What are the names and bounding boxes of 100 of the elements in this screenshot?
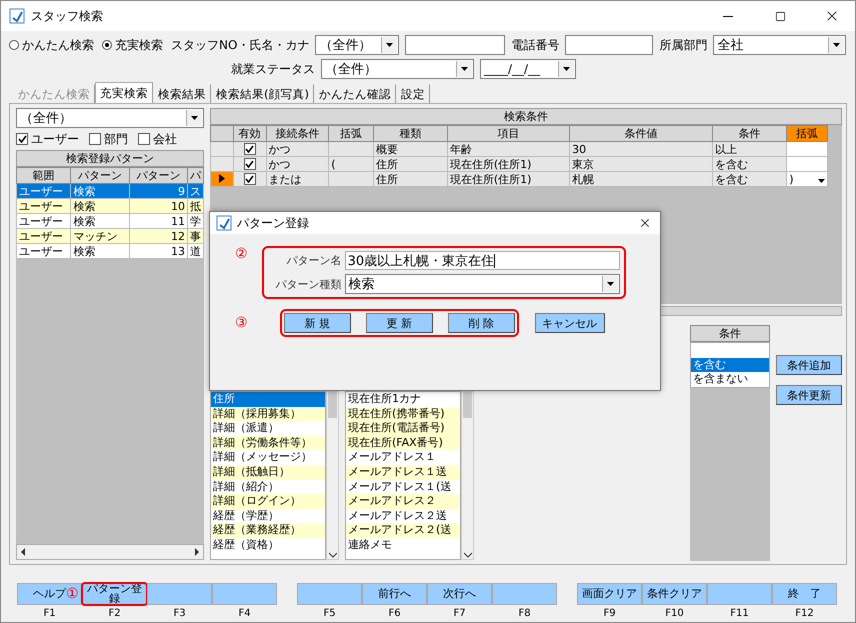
list-item[interactable]: メールアドレス２ (346, 494, 460, 509)
dialog-button[interactable]: 新 規 (284, 313, 351, 333)
cancel-button[interactable]: キャンセル (534, 313, 605, 333)
column-header: 括弧 (328, 126, 374, 142)
maximize-icon (774, 10, 786, 22)
scroll-down-icon[interactable] (464, 551, 472, 559)
list-item[interactable]: 詳細（ログイン） (211, 494, 325, 509)
checkbox[interactable]: 会社 (138, 130, 177, 148)
function-key-button[interactable]: 条件クリア (642, 583, 707, 605)
dropdown-caret-icon[interactable] (828, 37, 844, 53)
checkbox[interactable] (244, 172, 256, 184)
vertical-scrollbar[interactable] (326, 391, 339, 560)
condition-list[interactable]: を含む を含まない (690, 342, 770, 388)
table-cell[interactable]: ユーザー (16, 228, 71, 244)
field-label: 所属部門 (659, 36, 708, 54)
kind-list[interactable]: 住所 詳細（採用募集） 詳細（派遣） 詳細（労働条件等） 詳細（メッセージ） 詳細（抵触日） 詳細（紹介） 詳細（ログイン） 経歴（学歴） 経歴（業務経歴） 経歴（資格） (210, 391, 326, 560)
vertical-scrollbar[interactable] (461, 391, 474, 560)
field-label: パターン種類 (274, 276, 342, 292)
row-pointer-icon (218, 174, 225, 182)
item-list[interactable]: 現在住所1カナ 現在住所(携帯番号) 現在住所(電話番号) 現在住所(FAX番号) メールアドレス１ メールアドレス１送 メールアドレス１(送 メールアドレス２ メールアドレス２送 メールアドレス２(送 連絡メモ (345, 391, 461, 560)
dropdown-caret-icon[interactable] (558, 61, 574, 77)
table-cell[interactable]: 検索 (70, 244, 130, 258)
table-cell[interactable]: 11 (129, 214, 188, 228)
scroll-left-icon[interactable] (19, 548, 27, 556)
list-item[interactable]: 住所 (211, 392, 325, 407)
dialog-button[interactable]: 更 新 (366, 313, 433, 333)
function-key-label: F7 (452, 608, 467, 619)
table-cell[interactable]: ユーザー (16, 198, 71, 214)
field-label: パターン名 (286, 253, 342, 268)
checkbox[interactable] (244, 158, 256, 170)
list-item[interactable]: 詳細（採用募集） (211, 406, 325, 422)
list-item[interactable]: 詳細（抵触日） (211, 464, 325, 480)
pattern-name-field[interactable]: 30歳以上札幌・東京在住 (344, 251, 620, 270)
table-cell[interactable]: ) (789, 172, 794, 186)
column-header: 条件値 (570, 126, 712, 142)
function-key-button[interactable]: 終 了 (772, 583, 837, 605)
list-item[interactable]: 現在住所(FAX番号) (346, 436, 460, 450)
list-item[interactable]: 詳細（労働条件等） (211, 436, 325, 450)
function-key-label: F8 (517, 608, 532, 619)
condition-button[interactable]: 条件追加 (776, 355, 842, 375)
scroll-down-icon[interactable] (328, 551, 336, 559)
radio-option[interactable]: 充実検索 (102, 36, 163, 54)
table-cell[interactable]: 9 (129, 184, 188, 198)
dropdown-caret-icon[interactable] (602, 276, 618, 292)
status-dropdown[interactable]: （全件） (321, 59, 474, 79)
function-key-button[interactable]: 前行へ (362, 583, 427, 605)
list-item[interactable]: 現在住所(電話番号) (346, 421, 460, 436)
condition-button[interactable]: 条件更新 (776, 385, 842, 405)
tab[interactable]: 充実検索 (95, 82, 153, 103)
column-header: 項目 (447, 126, 570, 142)
table-cell[interactable]: 13 (129, 244, 188, 258)
function-key-label: F2 (107, 608, 122, 619)
table-cell[interactable]: 東京 (572, 158, 594, 170)
dialog-button[interactable]: 削 除 (448, 313, 515, 333)
function-key-label: F5 (322, 608, 337, 619)
dropdown-caret-icon[interactable] (818, 178, 825, 182)
scrollbar-thumb[interactable] (328, 392, 337, 418)
list-item[interactable]: 経歴（業務経歴） (211, 523, 325, 538)
scroll-right-icon[interactable] (193, 548, 201, 556)
pattern-type-dropdown[interactable]: 検索 (344, 274, 620, 294)
dropdown-caret-icon[interactable] (456, 61, 472, 77)
department-dropdown[interactable]: 全社 (713, 35, 846, 55)
dropdown-caret-icon[interactable] (186, 110, 202, 126)
column-header: 条件 (690, 325, 770, 342)
field-label: 電話番号 (511, 36, 560, 54)
pattern-filter-dropdown[interactable]: （全件） (16, 108, 204, 128)
table-cell[interactable]: 12 (129, 228, 188, 244)
scrollbar-thumb[interactable] (463, 392, 472, 418)
table-cell[interactable]: 30 (572, 142, 586, 156)
list-item[interactable]: メールアドレス１送 (346, 464, 460, 480)
table-cell[interactable]: ユーザー (16, 244, 71, 258)
radio-option[interactable]: かんたん検索 (9, 36, 94, 54)
list-item[interactable]: 現在住所(携帯番号) (346, 406, 460, 422)
list-item[interactable]: メールアドレス２(送 (346, 523, 460, 538)
function-key-label: F3 (172, 608, 187, 619)
checkmark-icon (18, 135, 26, 143)
list-item[interactable]: を含む (691, 358, 769, 372)
table-cell[interactable]: 検索 (70, 198, 130, 214)
table-cell[interactable]: ユーザー (16, 214, 71, 228)
date-dropdown[interactable]: ____/__/__ (480, 59, 576, 79)
function-key-button[interactable]: 次行へ (427, 583, 492, 605)
table-cell[interactable]: 10 (129, 198, 188, 214)
function-key-button[interactable]: 画面クリア (577, 583, 642, 605)
table-cell[interactable]: 検索 (70, 214, 130, 228)
table-cell[interactable]: ユーザー (16, 184, 71, 198)
dropdown-caret-icon[interactable] (381, 37, 398, 53)
staff-input-field[interactable] (405, 35, 506, 55)
checkbox[interactable]: 部門 (89, 130, 128, 148)
table-cell[interactable]: 札幌 (572, 172, 594, 186)
horizontal-scrollbar[interactable] (16, 544, 204, 560)
checkbox[interactable]: ユーザー (16, 130, 79, 148)
table-cell[interactable]: 年齢 (450, 142, 472, 156)
table-cell[interactable]: 検索 (70, 184, 130, 198)
function-key-label: F10 (664, 608, 685, 619)
table-cell[interactable]: マッチン (70, 228, 130, 244)
checkbox[interactable] (244, 142, 256, 154)
phone-input-field[interactable] (565, 35, 654, 55)
table-cell[interactable]: ( (331, 158, 336, 170)
column-header: 有効 (233, 126, 266, 142)
staff-dropdown[interactable]: （全件） (315, 35, 400, 55)
